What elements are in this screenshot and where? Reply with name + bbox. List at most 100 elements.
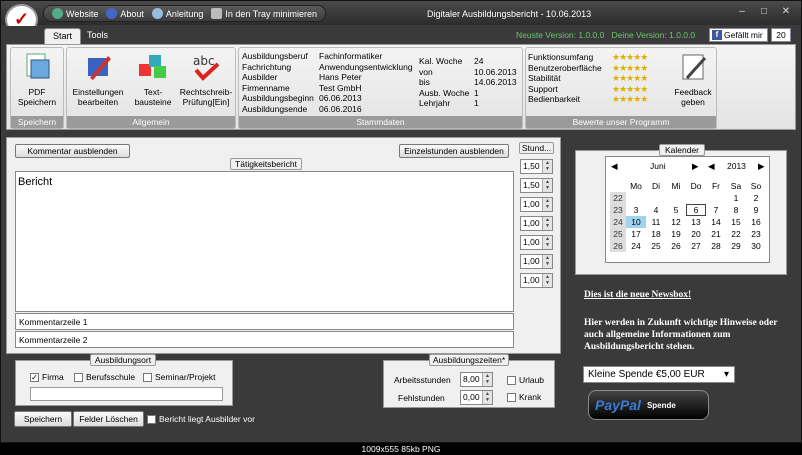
spinner-arrows-icon[interactable]: ▲ ▼ bbox=[542, 255, 552, 268]
hours-spinner[interactable]: 1,00 ▲ ▼ bbox=[520, 273, 553, 288]
spinner-arrows-icon[interactable]: ▲ ▼ bbox=[482, 373, 492, 386]
calendar-day[interactable]: 9 bbox=[746, 204, 766, 216]
close-icon[interactable]: ✕ bbox=[779, 6, 793, 18]
save-button[interactable]: Speichern bbox=[14, 411, 72, 427]
month-label[interactable]: Juni bbox=[650, 161, 666, 171]
newsbox-link[interactable]: Dies ist die neue Newsbox! bbox=[584, 290, 691, 300]
manual-link[interactable]: Anleitung bbox=[151, 8, 203, 19]
star-rating[interactable]: ★★★★★ bbox=[612, 63, 648, 74]
calendar-day[interactable]: 20 bbox=[686, 228, 706, 240]
spinner-arrows-icon[interactable]: ▲ ▼ bbox=[482, 391, 492, 404]
calendar-day[interactable]: 30 bbox=[746, 240, 766, 252]
textblocks-button[interactable]: Text-bausteine bbox=[129, 52, 177, 107]
year-label[interactable]: 2013 bbox=[727, 161, 746, 171]
calendar-day[interactable] bbox=[706, 192, 726, 204]
spinner-arrows-icon[interactable]: ▲ ▼ bbox=[542, 274, 552, 287]
calendar-day[interactable]: 3 bbox=[626, 204, 646, 216]
comment-line-1[interactable]: Kommentarzeile 1 bbox=[15, 313, 514, 330]
star-rating[interactable]: ★★★★★ bbox=[612, 52, 648, 63]
checkbox-icon[interactable] bbox=[507, 393, 516, 403]
paypal-donate-button[interactable]: PayPal Spende bbox=[588, 390, 709, 420]
checkbox-icon[interactable] bbox=[143, 373, 152, 383]
calendar-day[interactable]: 1 bbox=[726, 192, 746, 204]
report-textarea[interactable]: Bericht bbox=[15, 171, 514, 312]
calendar-day[interactable]: 18 bbox=[646, 228, 666, 240]
minimize-icon[interactable]: – bbox=[735, 6, 749, 18]
tab-start[interactable]: Start bbox=[44, 28, 82, 44]
krank-checkbox[interactable]: Krank bbox=[507, 392, 541, 403]
calendar-day[interactable]: 23 bbox=[746, 228, 766, 240]
prev-year-icon[interactable]: ◀ bbox=[708, 161, 715, 172]
checkbox-icon[interactable] bbox=[147, 415, 156, 425]
calendar-day[interactable] bbox=[666, 192, 686, 204]
hours-spinner[interactable]: 1,00 ▲ ▼ bbox=[520, 254, 553, 269]
spinner-arrows-icon[interactable]: ▲ ▼ bbox=[542, 198, 552, 211]
calendar-day[interactable]: 8 bbox=[726, 204, 746, 216]
star-rating[interactable]: ★★★★★ bbox=[612, 73, 648, 84]
calendar-day[interactable]: 16 bbox=[746, 216, 766, 228]
checkbox-icon[interactable] bbox=[74, 373, 83, 383]
calendar-day[interactable]: 15 bbox=[726, 216, 746, 228]
option-firma[interactable]: ✓ Firma bbox=[30, 372, 64, 383]
calendar-day[interactable]: 17 bbox=[626, 228, 646, 240]
calendar-day[interactable]: 13 bbox=[686, 216, 706, 228]
website-link[interactable]: Website bbox=[52, 8, 98, 19]
arbeitsstunden-spinner[interactable]: 8,00 ▲ ▼ bbox=[460, 372, 493, 387]
calendar-day[interactable]: 14 bbox=[706, 216, 726, 228]
urlaub-checkbox[interactable]: Urlaub bbox=[507, 375, 544, 386]
comment-line-2[interactable]: Kommentarzeile 2 bbox=[15, 331, 514, 348]
hours-spinner[interactable]: 1,00 ▲ ▼ bbox=[520, 216, 553, 231]
next-month-icon[interactable]: ▶ bbox=[692, 161, 699, 172]
calendar-day[interactable]: 7 bbox=[706, 204, 726, 216]
calendar-day[interactable]: 4 bbox=[646, 204, 666, 216]
clear-fields-button[interactable]: Felder Löschen bbox=[73, 411, 144, 427]
tab-tools[interactable]: Tools bbox=[79, 28, 116, 44]
feedback-button[interactable]: Feedback geben bbox=[670, 52, 716, 107]
calendar-day-today[interactable]: 10 bbox=[626, 216, 646, 228]
prev-month-icon[interactable]: ◀ bbox=[611, 161, 618, 172]
calendar-day[interactable] bbox=[646, 192, 666, 204]
donation-select[interactable]: Kleine Spende €5,00 EUR ▾ bbox=[583, 366, 735, 383]
hours-spinner[interactable]: 1,50 ▲ ▼ bbox=[520, 178, 553, 193]
option-seminar[interactable]: Seminar/Projekt bbox=[143, 372, 215, 383]
calendar-day[interactable]: 22 bbox=[726, 228, 746, 240]
calendar-day[interactable]: 28 bbox=[706, 240, 726, 252]
spinner-arrows-icon[interactable]: ▲ ▼ bbox=[542, 179, 552, 192]
calendar-day-selected[interactable]: 6 bbox=[686, 204, 706, 216]
chevron-down-icon[interactable]: ▾ bbox=[724, 367, 729, 382]
calendar-day[interactable]: 19 bbox=[666, 228, 686, 240]
facebook-like-button[interactable]: f Gefällt mir bbox=[709, 28, 768, 42]
settings-button[interactable]: Einstellungen bearbeiten bbox=[69, 52, 127, 107]
calendar-day[interactable]: 11 bbox=[646, 216, 666, 228]
fehlstunden-spinner[interactable]: 0,00 ▲ ▼ bbox=[460, 390, 493, 405]
calendar-day[interactable]: 25 bbox=[646, 240, 666, 252]
calendar-day[interactable]: 29 bbox=[726, 240, 746, 252]
hours-spinner[interactable]: 1,00 ▲ ▼ bbox=[520, 197, 553, 212]
next-year-icon[interactable]: ▶ bbox=[758, 161, 765, 172]
spinner-arrows-icon[interactable]: ▲ ▼ bbox=[542, 160, 552, 173]
checkbox-icon[interactable] bbox=[507, 376, 516, 386]
pdf-save-button[interactable]: PDF Speichern bbox=[13, 52, 61, 107]
checkbox-checked-icon[interactable]: ✓ bbox=[30, 373, 39, 383]
hours-spinner[interactable]: 1,00 ▲ ▼ bbox=[520, 235, 553, 250]
hide-hours-button[interactable]: Einzelstunden ausblenden bbox=[399, 144, 509, 158]
maximize-icon[interactable]: □ bbox=[757, 6, 771, 18]
submitted-checkbox[interactable]: Bericht liegt Ausbilder vor bbox=[147, 414, 255, 425]
rating-stars[interactable]: ★★★★★ ★★★★★ ★★★★★ ★★★★★ ★★★★★ bbox=[612, 52, 648, 105]
spinner-arrows-icon[interactable]: ▲ ▼ bbox=[542, 217, 552, 230]
calendar-day[interactable] bbox=[626, 192, 646, 204]
calendar-day[interactable]: 5 bbox=[666, 204, 686, 216]
calendar-day[interactable]: 24 bbox=[626, 240, 646, 252]
option-berufsschule[interactable]: Berufsschule bbox=[74, 372, 135, 383]
star-rating[interactable]: ★★★★★ bbox=[612, 84, 648, 95]
calendar-day[interactable]: 27 bbox=[686, 240, 706, 252]
calendar-day[interactable]: 2 bbox=[746, 192, 766, 204]
star-rating[interactable]: ★★★★★ bbox=[612, 94, 648, 105]
hide-comment-button[interactable]: Kommentar ausblenden bbox=[15, 144, 130, 158]
spinner-arrows-icon[interactable]: ▲ ▼ bbox=[542, 236, 552, 249]
ausbildungsort-input[interactable] bbox=[30, 387, 223, 401]
tray-link[interactable]: In den Tray minimieren bbox=[211, 8, 317, 19]
spellcheck-button[interactable]: abc Rechtschreib-Prüfung[Ein] bbox=[177, 52, 235, 107]
calendar-day[interactable]: 12 bbox=[666, 216, 686, 228]
calendar-day[interactable] bbox=[686, 192, 706, 204]
